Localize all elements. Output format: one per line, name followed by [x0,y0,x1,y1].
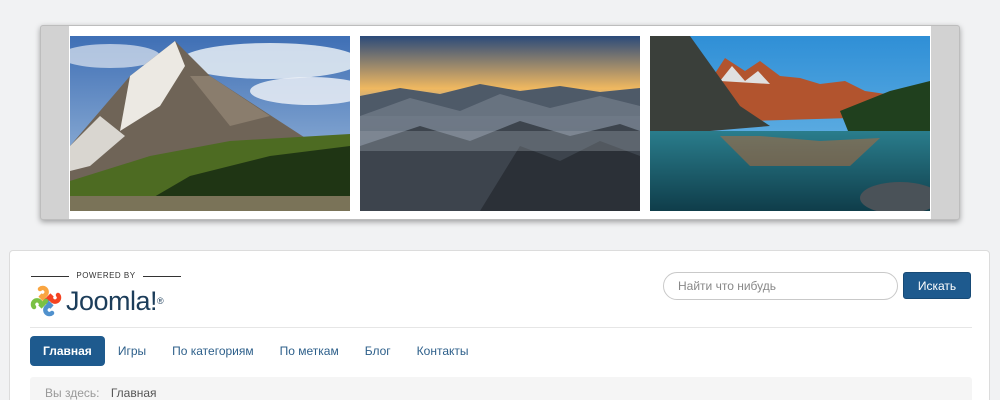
joomla-logo-icon [30,285,62,317]
mountain-peak-image [70,36,350,211]
image-slider [40,25,960,220]
slider-track [69,26,931,219]
breadcrumb-label: Вы здесь: [45,386,100,400]
powered-by-line-right [143,276,181,277]
menu-item-games[interactable]: Игры [105,336,159,366]
menu-item-blog[interactable]: Блог [352,336,404,366]
menu-item-tags[interactable]: По меткам [267,336,352,366]
site-logo[interactable]: Joomla!® [30,285,164,317]
misty-mountains-image [360,36,640,211]
menu-item-home[interactable]: Главная [30,336,105,366]
breadcrumb-current: Главная [110,386,157,400]
slide-misty-mountains[interactable] [360,36,640,211]
mountain-lake-image [650,36,930,211]
logo-wordmark: Joomla! [66,286,158,316]
registered-mark: ® [157,296,164,306]
header-divider [30,327,972,328]
search-input[interactable] [663,272,898,300]
logo-text: Joomla!® [66,285,164,317]
menu-item-contacts[interactable]: Контакты [404,336,482,366]
menu-item-categories[interactable]: По категориям [159,336,267,366]
main-container: POWERED BY Joomla!® Искать Главная Игры … [9,250,990,400]
search-button[interactable]: Искать [903,272,971,299]
slide-mountain-lake[interactable] [650,36,930,211]
main-menu: Главная Игры По категориям По меткам Бло… [30,336,482,366]
slide-mountain-peak[interactable] [70,36,350,211]
breadcrumb: Вы здесь: Главная [30,377,972,400]
powered-by: POWERED BY [31,271,181,283]
